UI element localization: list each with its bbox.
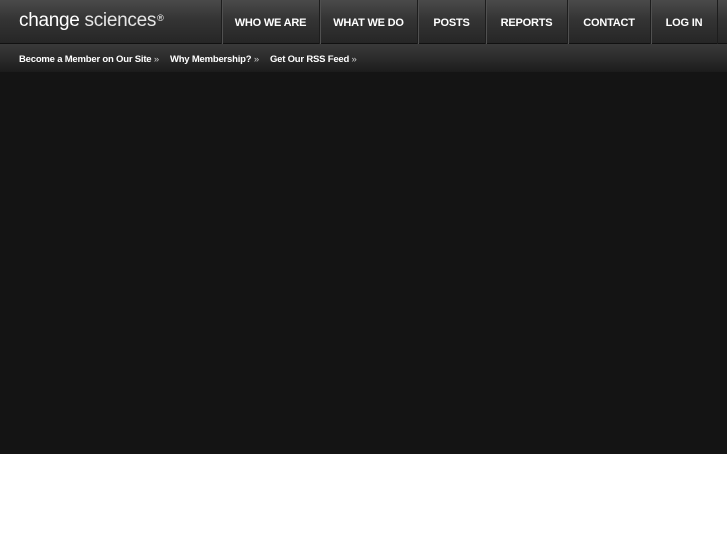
why-membership-label: Why Membership? (169, 53, 252, 65)
become-member-label: Become a Member on Our Site (19, 53, 152, 65)
main-nav: WHO WE ARE WHAT WE DO POSTS REPORTS CONT… (221, 0, 718, 44)
nav-reports[interactable]: REPORTS (485, 0, 567, 44)
nav-log-in[interactable]: LOG IN (650, 0, 718, 44)
site-logo[interactable]: change sciences® (19, 9, 164, 33)
hero-area (0, 72, 727, 454)
rss-feed-link[interactable]: Get Our RSS Feed » (270, 54, 357, 65)
why-membership-link[interactable]: Why Membership? » (170, 54, 259, 65)
rss-feed-label: Get Our RSS Feed (269, 53, 350, 65)
top-navigation-bar: change sciences® WHO WE ARE WHAT WE DO P… (0, 0, 727, 44)
nav-contact[interactable]: CONTACT (567, 0, 650, 44)
arrow-icon: » (153, 53, 159, 65)
blank-content-area (0, 454, 727, 545)
nav-who-we-are[interactable]: WHO WE ARE (221, 0, 319, 44)
page: change sciences® WHO WE ARE WHAT WE DO P… (0, 0, 727, 545)
become-member-link[interactable]: Become a Member on Our Site » (19, 54, 159, 65)
arrow-icon: » (351, 53, 357, 65)
arrow-icon: » (253, 53, 259, 65)
sub-navigation-bar: Become a Member on Our Site » Why Member… (0, 44, 727, 72)
nav-posts[interactable]: POSTS (417, 0, 485, 44)
logo-text-sciences: sciences (84, 10, 157, 31)
registered-mark: ® (157, 13, 164, 23)
nav-what-we-do[interactable]: WHAT WE DO (319, 0, 417, 44)
logo-text-change: change (19, 10, 80, 31)
